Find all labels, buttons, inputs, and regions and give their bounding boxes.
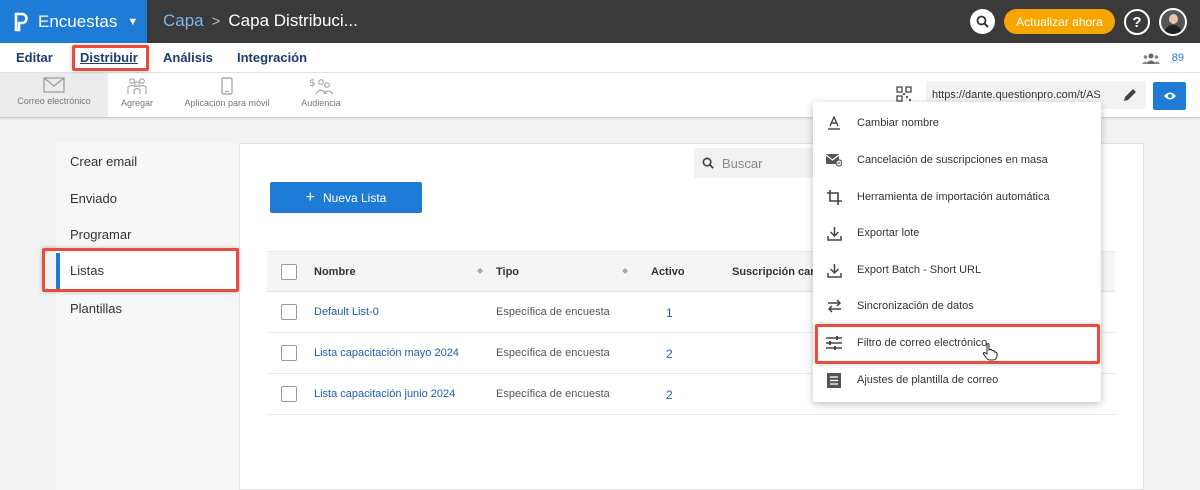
menu-item-data-sync[interactable]: Sincronización de datos	[813, 288, 1101, 324]
envelope-icon	[43, 77, 65, 93]
eye-icon	[1163, 92, 1176, 100]
tool-mobile-app[interactable]: Aplicación para móvil	[180, 77, 274, 108]
search-icon	[976, 15, 989, 28]
users-icon	[1141, 53, 1160, 64]
menu-item-label: Cambiar nombre	[857, 117, 939, 129]
tool-add[interactable]: Agregar	[118, 77, 156, 108]
sidenav-crear-email[interactable]: Crear email	[70, 154, 137, 169]
menu-analisis[interactable]: Análisis	[163, 50, 213, 65]
highlight-box	[42, 248, 239, 292]
new-list-label: Nueva Lista	[322, 190, 387, 205]
product-switcher[interactable]: Encuestas ▼	[0, 0, 147, 43]
row-checkbox[interactable]	[281, 386, 297, 402]
col-nombre[interactable]: Nombre	[314, 266, 356, 278]
chevron-down-icon: ▼	[127, 15, 139, 28]
list-type: Específica de encuesta	[496, 388, 610, 400]
tool-audience-label: Audiencia	[301, 98, 341, 108]
template-list-icon	[826, 372, 842, 388]
menu-bar: Editar Distribuir Análisis Integración 8…	[0, 43, 1200, 73]
search-input[interactable]: Buscar	[694, 148, 814, 178]
tool-audience[interactable]: $ Audiencia	[298, 77, 344, 108]
new-list-button[interactable]: + Nueva Lista	[270, 182, 422, 213]
row-checkbox[interactable]	[281, 304, 297, 320]
sidenav-enviado[interactable]: Enviado	[70, 191, 117, 206]
pencil-icon[interactable]	[1122, 87, 1138, 103]
sort-icon[interactable]: ◆	[622, 266, 628, 275]
mobile-phone-icon	[221, 77, 233, 95]
breadcrumb: Capa > Capa Distribuci...	[163, 11, 358, 31]
list-name-link[interactable]: Default List-0	[314, 306, 379, 318]
crop-import-icon	[826, 189, 842, 205]
menu-editar[interactable]: Editar	[16, 50, 53, 65]
top-bar: Encuestas ▼ Capa > Capa Distribuci... Actu…	[0, 0, 1200, 43]
menu-item-export-short-url[interactable]: Export Batch - Short URL	[813, 252, 1101, 288]
list-name-link[interactable]: Lista capacitación mayo 2024	[314, 347, 459, 359]
menu-item-export-batch[interactable]: Exportar lote	[813, 215, 1101, 251]
avatar-head	[1169, 14, 1178, 24]
menu-item-template-settings[interactable]: Ajustes de plantilla de correo	[813, 362, 1101, 398]
product-name: Encuestas	[38, 11, 118, 31]
highlight-box	[815, 324, 1100, 364]
sidenav-plantillas[interactable]: Plantillas	[70, 301, 122, 316]
tool-mobile-app-label: Aplicación para móvil	[184, 98, 270, 108]
menu-item-label: Cancelación de suscripciones en masa	[857, 154, 1048, 166]
users-count[interactable]: 89	[1141, 52, 1184, 64]
qr-code-icon[interactable]	[896, 86, 912, 102]
list-active-count[interactable]: 2	[666, 388, 673, 402]
col-suscripcion[interactable]: Suscripción canc	[732, 266, 823, 278]
row-checkbox[interactable]	[281, 345, 297, 361]
list-type: Específica de encuesta	[496, 347, 610, 359]
list-type: Específica de encuesta	[496, 306, 610, 318]
tool-email[interactable]: Correo electrónico	[0, 73, 108, 117]
breadcrumb-folder[interactable]: Capa	[163, 11, 204, 30]
tool-email-label: Correo electrónico	[17, 96, 91, 106]
svg-text:$: $	[309, 78, 315, 89]
list-active-count[interactable]: 2	[666, 347, 673, 361]
preview-button[interactable]	[1153, 82, 1186, 110]
search-icon	[702, 157, 714, 169]
tool-add-label: Agregar	[120, 98, 154, 108]
search-placeholder: Buscar	[722, 155, 763, 171]
help-icon[interactable]: ?	[1124, 9, 1150, 35]
sort-icon[interactable]: ◆	[477, 266, 483, 275]
list-active-count[interactable]: 1	[666, 306, 673, 320]
menu-item-mass-unsubscribe[interactable]: Cancelación de suscripciones en masa	[813, 142, 1101, 178]
audience-icon: $	[309, 78, 334, 95]
menu-item-auto-import[interactable]: Herramienta de importación automática	[813, 179, 1101, 215]
chevron-right-icon: >	[211, 13, 221, 30]
rename-icon	[826, 115, 842, 131]
plus-icon: +	[305, 188, 315, 206]
col-tipo[interactable]: Tipo	[496, 266, 519, 278]
breadcrumb-survey: Capa Distribuci...	[228, 11, 358, 30]
sync-arrows-icon	[826, 298, 842, 314]
list-name-link[interactable]: Lista capacitación junio 2024	[314, 388, 455, 400]
people-add-icon	[127, 78, 147, 94]
sidenav-programar[interactable]: Programar	[70, 227, 131, 242]
menu-item-label: Export Batch - Short URL	[857, 264, 982, 276]
upgrade-button[interactable]: Actualizar ahora	[1004, 9, 1115, 34]
download-icon	[826, 262, 842, 278]
download-icon	[826, 225, 842, 241]
menu-item-label: Ajustes de plantilla de correo	[857, 374, 999, 386]
highlight-box	[72, 45, 149, 71]
email-sidenav: Crear email Enviado Programar Listas Pla…	[56, 143, 240, 490]
mail-unsubscribe-icon	[826, 152, 842, 168]
menu-item-label: Exportar lote	[857, 227, 920, 239]
users-count-value: 89	[1171, 52, 1184, 64]
avatar-body	[1164, 25, 1182, 34]
col-activo[interactable]: Activo	[651, 266, 685, 278]
menu-item-label: Herramienta de importación automática	[857, 191, 1050, 203]
select-all-checkbox[interactable]	[281, 264, 297, 280]
questionpro-logo-icon	[14, 12, 28, 31]
avatar[interactable]	[1159, 8, 1187, 36]
menu-integracion[interactable]: Integración	[237, 50, 307, 65]
search-button[interactable]	[970, 9, 995, 34]
menu-item-label: Sincronización de datos	[857, 300, 974, 312]
menu-item-rename[interactable]: Cambiar nombre	[813, 105, 1101, 141]
